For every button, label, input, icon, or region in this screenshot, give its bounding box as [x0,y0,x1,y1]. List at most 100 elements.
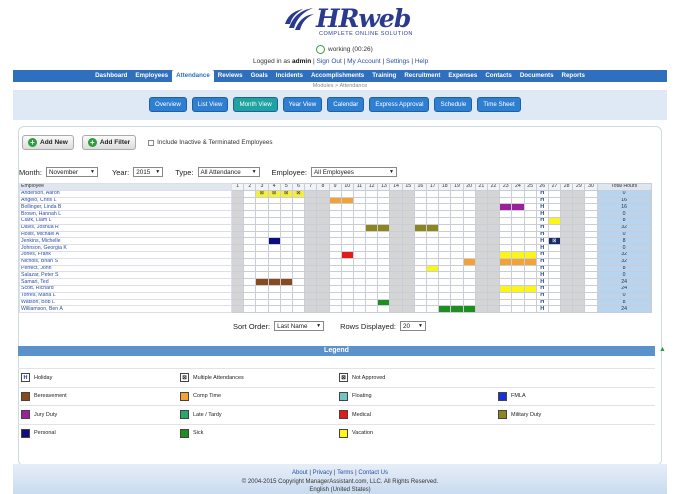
day-cell[interactable] [255,196,269,205]
attendance-cell-vac[interactable] [523,250,537,259]
day-cell[interactable] [511,244,525,252]
day-cell[interactable] [328,291,342,300]
day-cell[interactable] [328,298,342,307]
contact-us-link[interactable]: Contact Us [358,470,388,476]
day-cell[interactable] [230,244,245,252]
day-cell[interactable] [267,257,281,266]
day-cell[interactable] [511,305,525,314]
day-cell[interactable] [511,264,525,273]
employee-name-link[interactable]: Nichols, Brian S [19,257,232,266]
privacy-link[interactable]: Privacy [313,470,333,476]
day-cell[interactable] [328,264,342,273]
day-cell[interactable] [279,237,293,246]
day-cell[interactable] [486,196,501,205]
day-cell[interactable] [584,230,598,239]
day-cell[interactable] [243,203,257,212]
add-new-button[interactable]: + Add New [22,135,74,150]
holiday-cell[interactable]: H [535,230,549,239]
day-cell[interactable] [474,278,488,286]
day-cell[interactable] [413,237,428,246]
day-cell[interactable] [230,284,245,293]
employee-name-link[interactable]: Bollinger, Linda B [19,203,232,212]
day-cell[interactable] [438,196,452,205]
day-cell[interactable] [230,291,245,300]
day-cell[interactable] [340,284,354,293]
day-cell[interactable] [389,237,403,246]
day-cell[interactable] [413,278,428,286]
day-cell[interactable] [450,223,464,232]
day-cell[interactable] [572,291,586,300]
day-cell[interactable] [267,284,281,293]
attendance-cell-vac[interactable] [499,250,513,259]
employee-name-link[interactable]: Jones, Frank [19,250,232,259]
nav-item-expenses[interactable]: Expenses [444,70,481,82]
day-cell[interactable] [316,271,330,280]
day-cell[interactable] [486,284,501,293]
day-cell[interactable] [450,298,464,307]
day-cell[interactable] [438,291,452,300]
day-cell[interactable] [255,291,269,300]
day-cell[interactable] [450,196,464,205]
day-cell[interactable] [523,278,537,286]
day-cell[interactable] [584,189,598,198]
day-cell[interactable] [255,298,269,307]
holiday-cell[interactable]: H [535,216,549,225]
day-cell[interactable] [243,278,257,286]
subtab-schedule[interactable]: Schedule [434,97,473,112]
attendance-cell-sick[interactable] [462,305,476,314]
day-cell[interactable] [316,216,330,225]
day-cell[interactable] [462,264,476,273]
day-cell[interactable] [230,250,245,259]
day-cell[interactable] [413,271,428,280]
attendance-cell-jury[interactable] [511,203,525,212]
day-cell[interactable] [243,298,257,307]
day-cell[interactable] [547,257,562,266]
day-cell[interactable] [547,284,562,293]
day-cell[interactable] [572,244,586,252]
day-cell[interactable] [547,291,562,300]
attendance-cell-vac[interactable] [425,264,440,273]
day-cell[interactable] [255,244,269,252]
day-cell[interactable] [425,210,440,218]
day-cell[interactable] [560,196,574,205]
day-cell[interactable] [584,278,598,286]
day-cell[interactable] [291,237,306,246]
day-cell[interactable] [328,250,342,259]
day-cell[interactable] [365,216,379,225]
day-cell[interactable] [499,216,513,225]
day-cell[interactable] [474,291,488,300]
day-cell[interactable] [462,298,476,307]
day-cell[interactable] [425,189,440,198]
day-cell[interactable] [560,230,574,239]
day-cell[interactable] [255,284,269,293]
day-cell[interactable] [352,264,367,273]
day-cell[interactable] [499,230,513,239]
day-cell[interactable] [474,210,488,218]
day-cell[interactable] [401,284,415,293]
employee-name-link[interactable]: Clark, Liam L [19,216,232,225]
day-cell[interactable] [328,237,342,246]
day-cell[interactable] [279,250,293,259]
day-cell[interactable] [572,196,586,205]
day-cell[interactable] [413,305,428,314]
day-cell[interactable] [474,284,488,293]
employee-name-link[interactable]: Davis, Joshua R [19,223,232,232]
day-cell[interactable] [365,278,379,286]
day-cell[interactable] [230,203,245,212]
day-cell[interactable] [243,230,257,239]
nav-item-accomplishments[interactable]: Accomplishments [307,70,368,82]
day-cell[interactable] [365,196,379,205]
day-cell[interactable] [401,250,415,259]
day-cell[interactable] [340,244,354,252]
day-cell[interactable] [230,196,245,205]
day-cell[interactable] [316,237,330,246]
day-cell[interactable] [438,278,452,286]
day-cell[interactable] [316,223,330,232]
day-cell[interactable] [547,298,562,307]
day-cell[interactable] [413,298,428,307]
day-cell[interactable] [401,244,415,252]
day-cell[interactable] [352,189,367,198]
day-cell[interactable] [377,305,391,314]
day-cell[interactable] [560,210,574,218]
day-cell[interactable] [352,250,367,259]
